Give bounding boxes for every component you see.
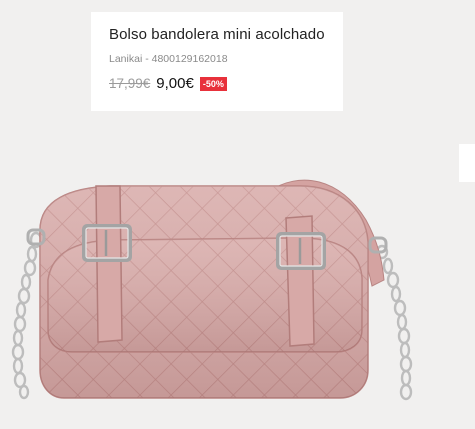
brand-name: Lanikai — [109, 53, 143, 65]
meta-separator: - — [142, 53, 152, 65]
product-reference: 4800129162018 — [151, 53, 228, 65]
left-chain — [11, 231, 43, 400]
new-price: 9,00€ — [156, 75, 194, 92]
product-image[interactable] — [0, 130, 475, 429]
old-price: 17,99€ — [109, 76, 151, 91]
discount-badge: -50% — [199, 76, 227, 91]
product-meta: Lanikai - 4800129162018 — [109, 53, 325, 65]
price-row: 17,99€ 9,00€ -50% — [109, 75, 325, 92]
product-title[interactable]: Bolso bandolera mini acolchado — [109, 26, 325, 43]
product-info-card[interactable]: Bolso bandolera mini acolchado Lanikai -… — [91, 12, 343, 111]
